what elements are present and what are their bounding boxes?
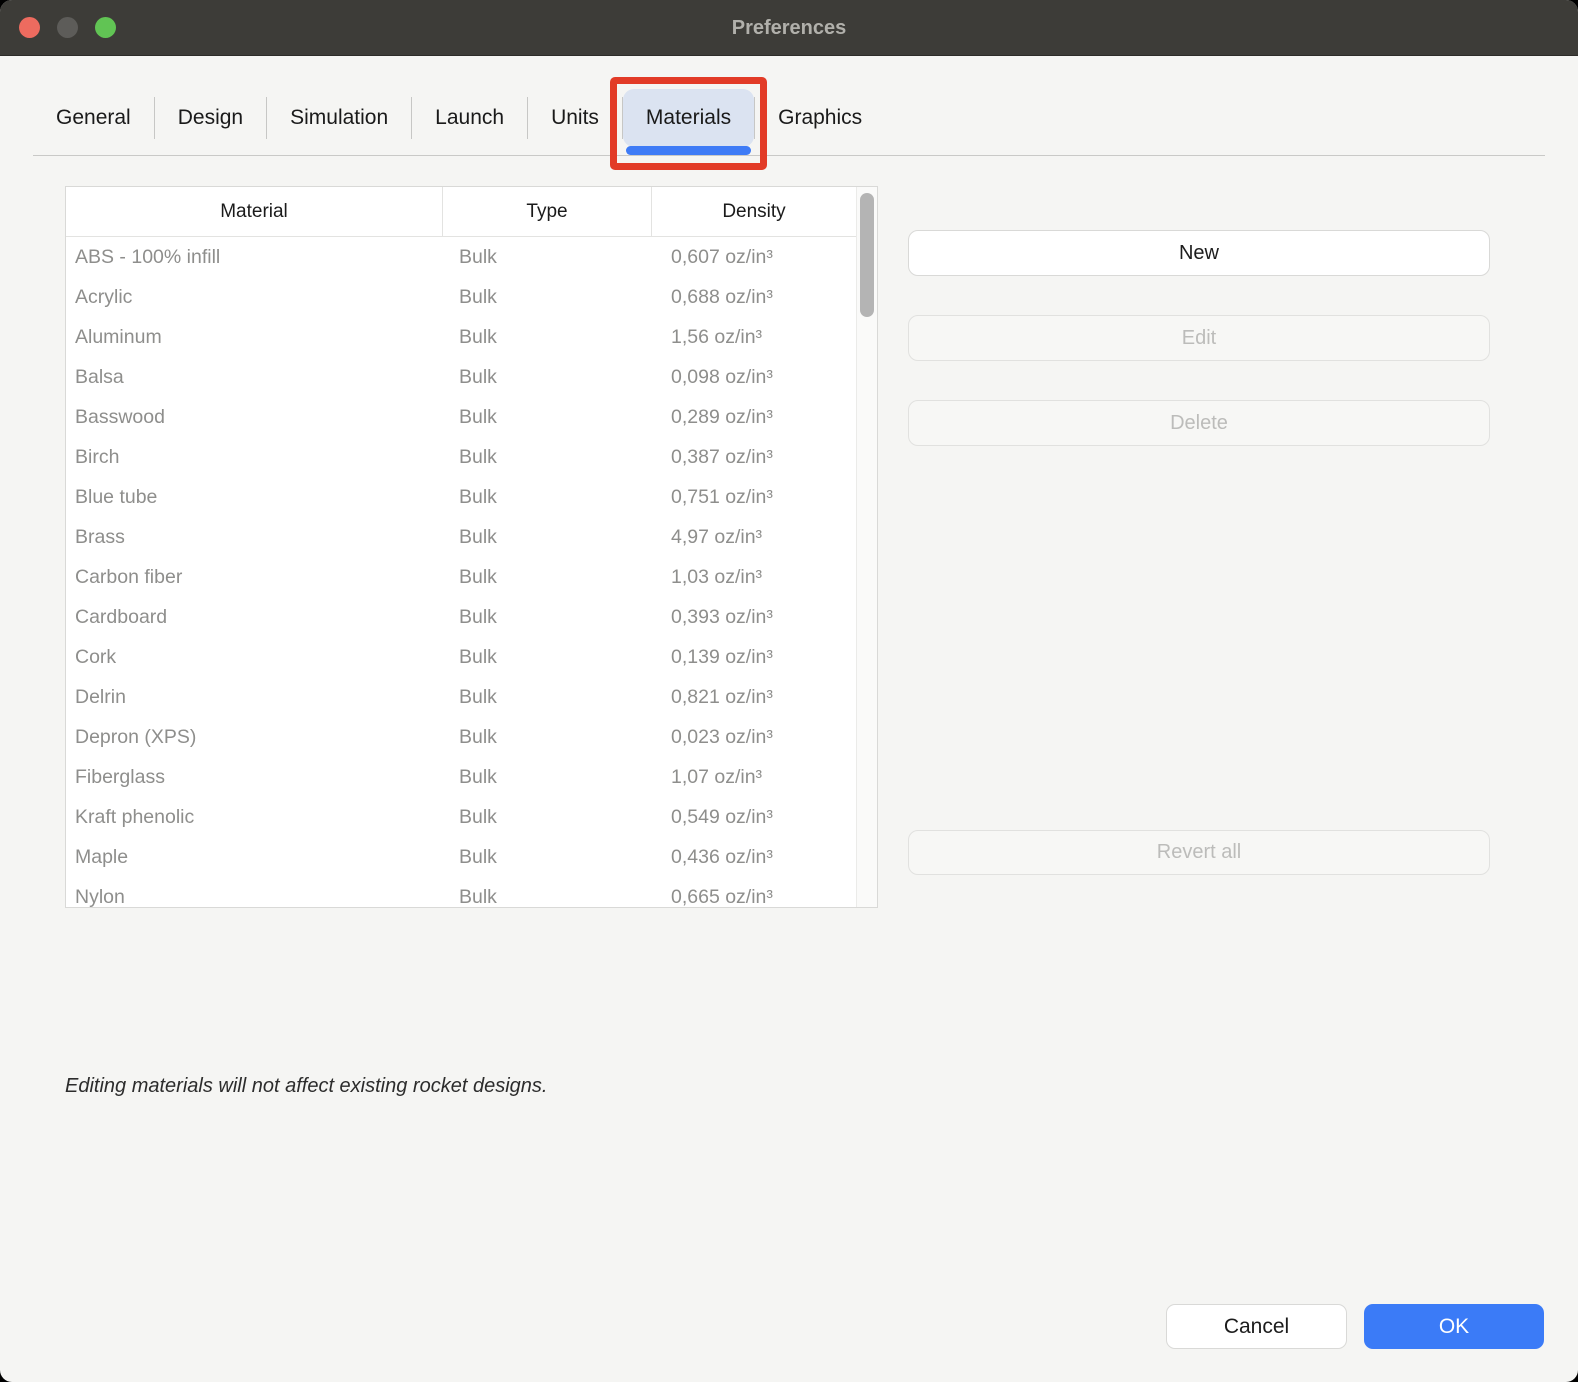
table-row[interactable]: AluminumBulk1,56 oz/in³ <box>66 317 856 357</box>
cell-type: Bulk <box>443 797 652 837</box>
cell-material: Carbon fiber <box>66 557 443 597</box>
cell-type: Bulk <box>443 677 652 717</box>
cell-type: Bulk <box>443 397 652 437</box>
table-row[interactable]: Depron (XPS)Bulk0,023 oz/in³ <box>66 717 856 757</box>
scrollbar-track[interactable] <box>856 187 877 907</box>
cell-type: Bulk <box>443 597 652 637</box>
cell-material: Balsa <box>66 357 443 397</box>
cell-density: 0,023 oz/in³ <box>652 717 856 757</box>
column-header-material[interactable]: Material <box>66 187 443 236</box>
tab-materials[interactable]: Materials <box>623 89 754 147</box>
column-header-type[interactable]: Type <box>443 187 652 236</box>
materials-note: Editing materials will not affect existi… <box>65 1075 547 1098</box>
cell-type: Bulk <box>443 237 652 277</box>
cell-material: Basswood <box>66 397 443 437</box>
cell-density: 0,436 oz/in³ <box>652 837 856 877</box>
table-row[interactable]: BalsaBulk0,098 oz/in³ <box>66 357 856 397</box>
cell-type: Bulk <box>443 357 652 397</box>
table-row[interactable]: CardboardBulk0,393 oz/in³ <box>66 597 856 637</box>
cell-type: Bulk <box>443 757 652 797</box>
cell-material: Fiberglass <box>66 757 443 797</box>
cell-material: Acrylic <box>66 277 443 317</box>
table-header: MaterialTypeDensity <box>66 187 856 237</box>
table-row[interactable]: BasswoodBulk0,289 oz/in³ <box>66 397 856 437</box>
table-row[interactable]: CorkBulk0,139 oz/in³ <box>66 637 856 677</box>
cell-density: 0,688 oz/in³ <box>652 277 856 317</box>
cell-type: Bulk <box>443 557 652 597</box>
revert-all-button[interactable]: Revert all <box>908 830 1490 875</box>
cell-type: Bulk <box>443 477 652 517</box>
table-row[interactable]: Blue tubeBulk0,751 oz/in³ <box>66 477 856 517</box>
tab-design[interactable]: Design <box>155 89 266 147</box>
cell-density: 0,289 oz/in³ <box>652 397 856 437</box>
cell-material: Aluminum <box>66 317 443 357</box>
tab-units[interactable]: Units <box>528 89 622 147</box>
cell-density: 1,07 oz/in³ <box>652 757 856 797</box>
cell-density: 4,97 oz/in³ <box>652 517 856 557</box>
cell-density: 1,03 oz/in³ <box>652 557 856 597</box>
cell-material: ABS - 100% infill <box>66 237 443 277</box>
cell-type: Bulk <box>443 837 652 877</box>
preferences-window: Preferences GeneralDesignSimulationLaunc… <box>0 0 1578 1382</box>
cell-material: Cardboard <box>66 597 443 637</box>
table-row[interactable]: MapleBulk0,436 oz/in³ <box>66 837 856 877</box>
edit-button[interactable]: Edit <box>908 315 1490 361</box>
tab-simulation[interactable]: Simulation <box>267 89 411 147</box>
materials-table: MaterialTypeDensity ABS - 100% infillBul… <box>65 186 878 908</box>
cell-material: Blue tube <box>66 477 443 517</box>
cell-material: Cork <box>66 637 443 677</box>
table-body: ABS - 100% infillBulk0,607 oz/in³Acrylic… <box>66 237 877 907</box>
tab-launch[interactable]: Launch <box>412 89 527 147</box>
cell-material: Depron (XPS) <box>66 717 443 757</box>
delete-button[interactable]: Delete <box>908 400 1490 446</box>
cell-type: Bulk <box>443 637 652 677</box>
cell-material: Delrin <box>66 677 443 717</box>
cell-density: 1,56 oz/in³ <box>652 317 856 357</box>
table-row[interactable]: Kraft phenolicBulk0,549 oz/in³ <box>66 797 856 837</box>
table-row[interactable]: Carbon fiberBulk1,03 oz/in³ <box>66 557 856 597</box>
cell-density: 0,751 oz/in³ <box>652 477 856 517</box>
tab-graphics[interactable]: Graphics <box>755 89 885 147</box>
new-button[interactable]: New <box>908 230 1490 276</box>
cancel-button[interactable]: Cancel <box>1166 1304 1347 1349</box>
cell-material: Maple <box>66 837 443 877</box>
table-row[interactable]: FiberglassBulk1,07 oz/in³ <box>66 757 856 797</box>
cell-type: Bulk <box>443 877 652 907</box>
cell-material: Nylon <box>66 877 443 907</box>
cell-type: Bulk <box>443 517 652 557</box>
column-header-density[interactable]: Density <box>652 187 856 236</box>
tab-general[interactable]: General <box>33 89 154 147</box>
titlebar: Preferences <box>0 0 1578 56</box>
cell-density: 0,821 oz/in³ <box>652 677 856 717</box>
table-row[interactable]: BirchBulk0,387 oz/in³ <box>66 437 856 477</box>
cell-density: 0,387 oz/in³ <box>652 437 856 477</box>
table-row[interactable]: NylonBulk0,665 oz/in³ <box>66 877 856 907</box>
cell-density: 0,139 oz/in³ <box>652 637 856 677</box>
table-row[interactable]: ABS - 100% infillBulk0,607 oz/in³ <box>66 237 856 277</box>
window-title: Preferences <box>0 0 1578 56</box>
cell-type: Bulk <box>443 317 652 357</box>
cell-material: Brass <box>66 517 443 557</box>
cell-density: 0,098 oz/in³ <box>652 357 856 397</box>
cell-density: 0,607 oz/in³ <box>652 237 856 277</box>
table-row[interactable]: DelrinBulk0,821 oz/in³ <box>66 677 856 717</box>
table-row[interactable]: AcrylicBulk0,688 oz/in³ <box>66 277 856 317</box>
scrollbar-thumb[interactable] <box>860 193 874 317</box>
cell-density: 0,393 oz/in³ <box>652 597 856 637</box>
cell-density: 0,665 oz/in³ <box>652 877 856 907</box>
ok-button[interactable]: OK <box>1364 1304 1544 1349</box>
cell-material: Birch <box>66 437 443 477</box>
tab-bar: GeneralDesignSimulationLaunchUnitsMateri… <box>33 89 1545 156</box>
cell-density: 0,549 oz/in³ <box>652 797 856 837</box>
cell-type: Bulk <box>443 437 652 477</box>
cell-type: Bulk <box>443 717 652 757</box>
table-row[interactable]: BrassBulk4,97 oz/in³ <box>66 517 856 557</box>
cell-type: Bulk <box>443 277 652 317</box>
cell-material: Kraft phenolic <box>66 797 443 837</box>
